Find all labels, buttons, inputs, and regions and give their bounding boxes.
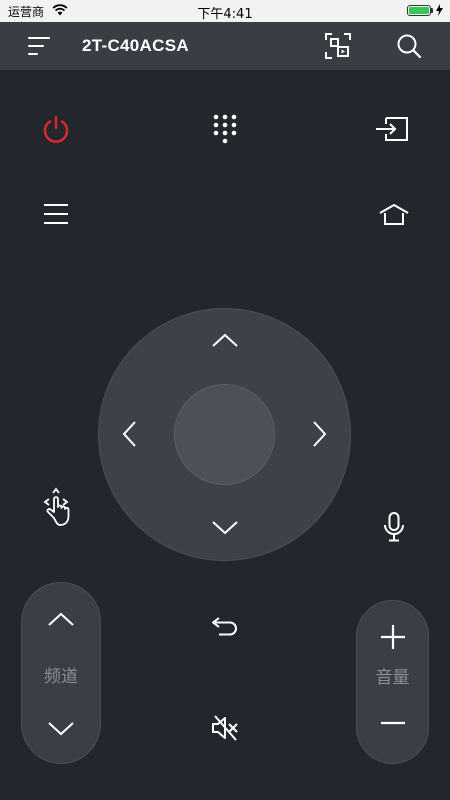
dpad-right-button[interactable]: [305, 414, 335, 454]
back-button[interactable]: [205, 606, 245, 646]
device-title: 2T-C40ACSA: [82, 36, 189, 55]
microphone-icon: [384, 512, 404, 542]
screen-cast-button[interactable]: [320, 28, 356, 64]
volume-label: 音量: [375, 668, 410, 688]
voice-button[interactable]: [377, 507, 411, 547]
back-icon: [212, 617, 237, 636]
power-icon: [43, 115, 69, 143]
volume-up-button[interactable]: [357, 617, 428, 657]
status-bar: 运营商 下午4:41: [0, 0, 450, 22]
touch-gesture-icon: [43, 487, 70, 526]
chevron-up-icon: [48, 612, 74, 626]
plus-icon: [380, 625, 405, 649]
home-button[interactable]: [374, 196, 414, 232]
channel-label: 频道: [44, 667, 78, 687]
volume-down-button[interactable]: [357, 703, 428, 743]
device-menu-button[interactable]: [20, 28, 56, 64]
ok-button[interactable]: [174, 384, 275, 485]
dpad-up-button[interactable]: [205, 325, 245, 355]
home-icon: [379, 204, 409, 225]
input-source-button[interactable]: [372, 109, 412, 149]
chevron-right-icon: [313, 421, 327, 447]
chevron-down-icon: [212, 521, 238, 535]
volume-rocker: 音量: [356, 600, 429, 764]
screen-mirror-icon: [325, 33, 351, 59]
mute-icon: [212, 715, 238, 741]
search-icon: [397, 34, 422, 59]
chevron-up-icon: [212, 333, 238, 347]
status-time: 下午4:41: [197, 7, 253, 22]
menu-icon: [44, 204, 68, 224]
channel-rocker: 频道: [21, 582, 101, 764]
mute-button[interactable]: [205, 708, 245, 748]
battery-tip: [431, 8, 433, 13]
chevron-left-icon: [122, 421, 136, 447]
battery-icon: [407, 5, 431, 16]
app-header: 2T-C40ACSA: [0, 22, 450, 70]
numpad-icon: [213, 114, 237, 144]
input-source-icon: [376, 117, 408, 141]
channel-down-button[interactable]: [22, 707, 100, 751]
search-button[interactable]: [391, 28, 427, 64]
channel-up-button[interactable]: [22, 597, 100, 641]
dpad-down-button[interactable]: [205, 513, 245, 543]
chevron-down-icon: [48, 722, 74, 736]
menu-button[interactable]: [36, 194, 76, 234]
sort-lines-icon: [28, 37, 50, 55]
touch-mode-button[interactable]: [36, 485, 78, 529]
power-button[interactable]: [36, 109, 76, 149]
charging-icon: [436, 4, 443, 16]
dpad-left-button[interactable]: [114, 414, 144, 454]
numpad-button[interactable]: [205, 109, 245, 149]
minus-icon: [380, 721, 405, 725]
